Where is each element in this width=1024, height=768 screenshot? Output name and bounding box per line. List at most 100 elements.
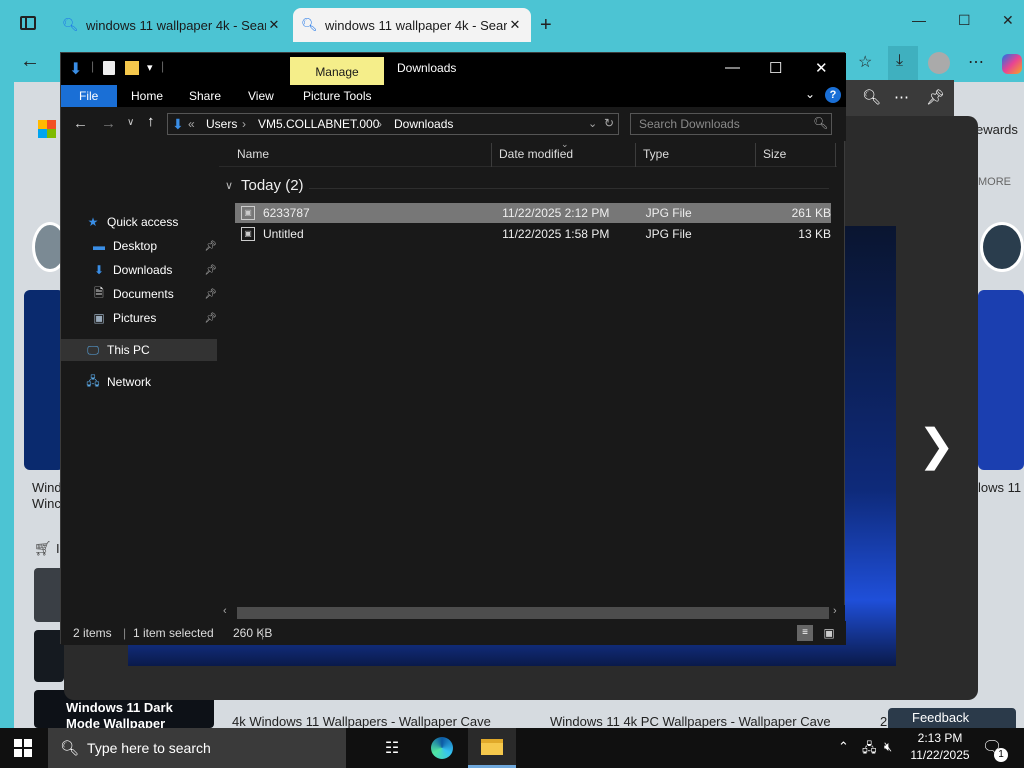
favorites-star-icon[interactable]: ☆ (858, 52, 872, 72)
column-divider[interactable] (635, 143, 636, 167)
tab-share[interactable]: Share (189, 89, 221, 103)
clock[interactable]: 2:13 PM 11/22/2025 (906, 730, 974, 764)
result-caption[interactable]: Winc (32, 496, 61, 511)
sidebar-item-this-pc[interactable]: 🖵︎ This PC (85, 339, 215, 361)
up-arrow-icon[interactable]: ↑ (147, 113, 155, 130)
tab-actions-icon[interactable] (20, 16, 36, 30)
column-divider[interactable] (835, 143, 836, 167)
volume-muted-icon[interactable]: 🔇︎ (884, 739, 892, 755)
scroll-right-chevron-icon[interactable]: › (833, 605, 837, 617)
refresh-icon[interactable]: ↻ (604, 116, 614, 130)
result-caption[interactable]: lows 11 (978, 480, 1021, 495)
result-title[interactable]: Windows 11 4k PC Wallpapers - Wallpaper … (550, 714, 831, 729)
file-date: 11/22/2025 1:58 PM (502, 227, 610, 241)
maximize-icon[interactable]: ☐ (958, 12, 971, 29)
visual-search-icon[interactable]: 🔍︎ (862, 88, 881, 106)
tab-picture-tools[interactable]: Picture Tools (303, 89, 371, 103)
sidebar-item-quick-access[interactable]: ★ Quick access (85, 211, 215, 233)
help-icon[interactable]: ? (825, 87, 841, 103)
address-bar[interactable]: ⬇ « Users › VM5.COLLABNET.000 › Download… (167, 113, 619, 135)
manage-context-tab[interactable]: Manage (290, 57, 384, 85)
sidebar-item-documents[interactable]: 🗎︎ Documents 📌︎ (91, 283, 221, 305)
wallpaper-result-thumbnail[interactable] (24, 290, 64, 470)
downloads-button[interactable]: ⤓ (888, 46, 918, 80)
breadcrumb-users[interactable]: Users (206, 117, 237, 131)
close-icon[interactable]: ✕ (1002, 12, 1014, 29)
group-header[interactable]: Today (2) (241, 177, 304, 194)
breadcrumb-separator-icon[interactable]: › (242, 117, 246, 131)
back-arrow-icon[interactable]: ← (73, 115, 88, 132)
column-header-type[interactable]: Type (643, 147, 669, 161)
breadcrumb-user-folder[interactable]: VM5.COLLABNET.000 (258, 117, 379, 131)
more-options-icon[interactable]: ⋯ (968, 52, 984, 72)
new-folder-icon[interactable] (125, 61, 139, 75)
breadcrumb-separator-icon[interactable]: › (378, 117, 382, 131)
pin-icon: 📌︎ (204, 240, 217, 252)
profile-avatar[interactable] (928, 52, 950, 74)
sidebar-item-pictures[interactable]: ▣ Pictures 📌︎ (91, 307, 221, 329)
back-arrow-icon[interactable]: ← (20, 50, 40, 73)
result-title[interactable]: 4k Windows 11 Wallpapers - Wallpaper Cav… (232, 714, 491, 729)
browser-tab-2-active[interactable]: 🔍︎ windows 11 wallpaper 4k - Search ✕ (293, 8, 531, 42)
column-divider[interactable] (491, 143, 492, 167)
properties-icon[interactable] (103, 61, 115, 75)
recent-locations-chevron-icon[interactable]: ∨ (127, 117, 134, 128)
more-link[interactable]: MORE (978, 176, 1011, 188)
taskbar-search-box[interactable]: 🔍︎ Type here to search (48, 728, 346, 768)
windows-start-icon[interactable] (14, 739, 32, 760)
wallpaper-result-thumbnail[interactable] (978, 290, 1024, 470)
tab-file[interactable]: File (61, 85, 117, 107)
network-status-icon[interactable]: 🖧︎ (862, 739, 877, 761)
show-hidden-icons-chevron-icon[interactable]: ⌃ (838, 739, 849, 755)
maximize-icon[interactable]: ☐ (769, 59, 782, 77)
tab-view[interactable]: View (248, 89, 274, 103)
quick-access-dropdown-icon[interactable]: ▾ (147, 61, 153, 74)
rewards-label[interactable]: ewards (976, 122, 1018, 137)
sidebar-item-network[interactable]: 🖧︎ Network (85, 371, 215, 393)
file-name: Untitled (262, 227, 304, 241)
file-row-selected[interactable]: ▣ 6233787 11/22/2025 2:12 PM JPG File 26… (235, 203, 831, 223)
next-image-chevron-icon[interactable]: ❯ (918, 420, 955, 471)
minimize-icon[interactable]: — (912, 12, 926, 28)
address-dropdown-icon[interactable]: ⌄ (588, 117, 597, 130)
related-search-thumbnail[interactable] (980, 222, 1024, 272)
column-divider[interactable] (755, 143, 756, 167)
large-icons-view-icon[interactable]: ▣ (821, 625, 837, 641)
edge-browser-icon[interactable] (418, 728, 466, 768)
pin-icon: 📌︎ (204, 264, 217, 276)
tab-home[interactable]: Home (131, 89, 163, 103)
clock-time: 2:13 PM (917, 731, 963, 745)
pin-icon[interactable]: 📌︎ (926, 88, 945, 106)
scrollbar-thumb[interactable] (237, 607, 829, 619)
details-view-icon[interactable]: ≡ (797, 625, 813, 641)
search-input[interactable]: Search Downloads (630, 113, 832, 135)
close-tab-button[interactable]: ✕ (266, 17, 282, 33)
close-icon[interactable]: ✕ (815, 59, 828, 77)
breadcrumb-overflow[interactable]: « (188, 117, 195, 131)
file-explorer-taskbar-icon[interactable] (468, 728, 516, 768)
close-tab-button[interactable]: ✕ (507, 17, 523, 33)
more-options-icon[interactable]: ⋯ (894, 88, 909, 106)
sidebar-item-desktop[interactable]: ▬ Desktop 📌︎ (91, 235, 221, 257)
forward-arrow-icon[interactable]: → (101, 115, 116, 132)
desktop-folder-icon: ▬ (93, 239, 105, 253)
horizontal-scrollbar[interactable]: ‹ › (219, 605, 845, 621)
result-caption[interactable]: Wind (32, 480, 62, 495)
feedback-button[interactable]: Feedback (888, 708, 1016, 730)
breadcrumb-downloads[interactable]: Downloads (394, 117, 453, 131)
column-header-size[interactable]: Size (763, 147, 786, 161)
expand-ribbon-chevron-icon[interactable]: ⌄ (805, 87, 815, 101)
column-header-name[interactable]: Name (237, 147, 269, 161)
browser-tab-1[interactable]: 🔍︎ windows 11 wallpaper 4k - Search ✕ (54, 8, 290, 42)
sidebar-item-downloads[interactable]: ⬇ Downloads 📌︎ (91, 259, 221, 281)
minimize-icon[interactable]: — (725, 59, 740, 76)
file-row[interactable]: ▣ Untitled 11/22/2025 1:58 PM JPG File 1… (235, 224, 831, 244)
task-view-icon[interactable]: ☷ (368, 728, 416, 768)
taskbar: 🔍︎ Type here to search ☷ ⌃ 🖧︎ 🔇︎ 2:13 PM… (0, 728, 1024, 768)
file-type: JPG File (645, 206, 692, 220)
new-tab-button[interactable]: + (540, 14, 552, 37)
collapse-group-chevron-icon[interactable]: ∨ (225, 179, 233, 192)
download-folder-icon: ⬇ (69, 61, 83, 78)
scroll-left-chevron-icon[interactable]: ‹ (223, 605, 227, 617)
copilot-icon[interactable] (1002, 54, 1022, 74)
